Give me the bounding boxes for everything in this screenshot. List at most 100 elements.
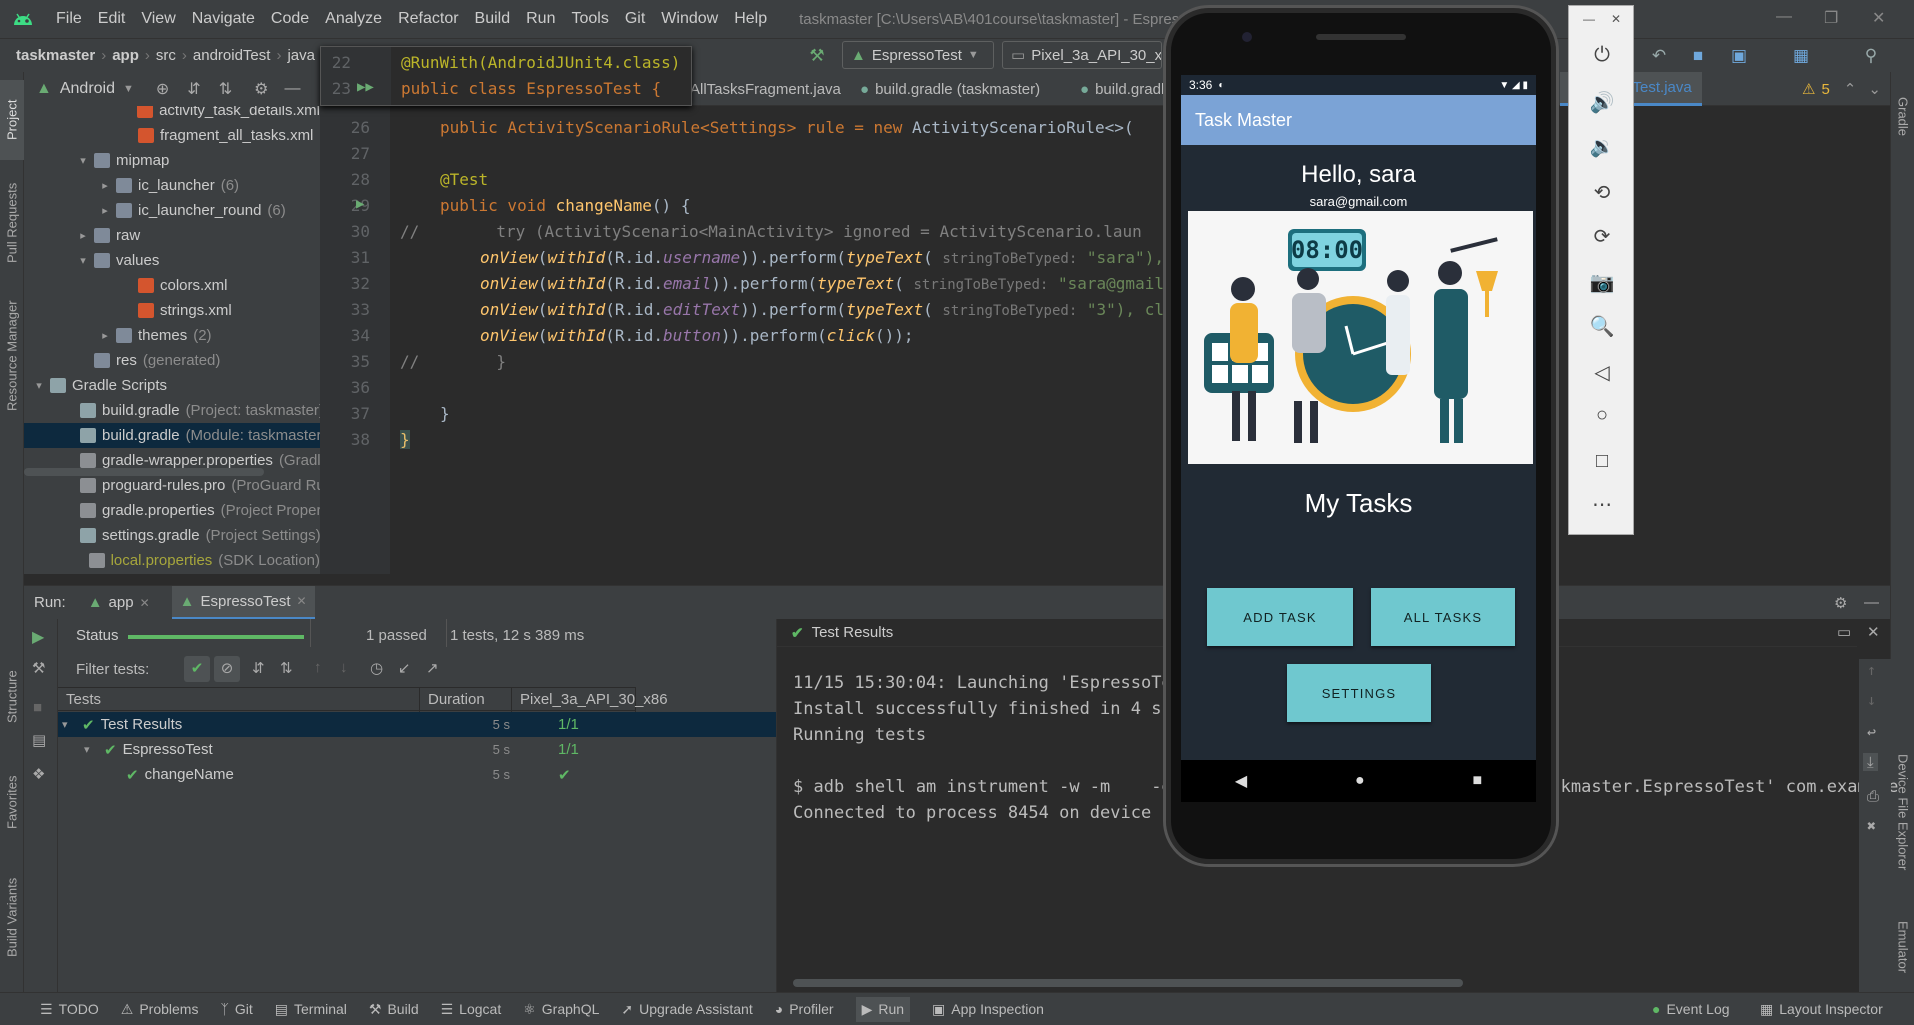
project-tree-item[interactable]: fragment_all_tasks.xml [24, 123, 320, 148]
undo-icon[interactable]: ↶ [1648, 45, 1670, 67]
tab-structure[interactable]: Structure [0, 652, 24, 742]
collapsed-chevron-icon[interactable]: ▸ [98, 329, 112, 342]
stop-icon[interactable]: ■ [33, 699, 42, 716]
tab-project[interactable]: Project [0, 80, 24, 160]
column-tests[interactable]: Tests [58, 688, 420, 712]
run-tab-espressotest[interactable]: ▲ EspressoTest ✕ [171, 585, 315, 620]
phone-screen[interactable]: 3:36 ◐ ▼ ◢ ▮ Task Master Hello, sara sar… [1181, 75, 1536, 760]
column-duration[interactable]: Duration [420, 688, 512, 712]
wrench-icon[interactable]: ⚒ [32, 659, 45, 677]
avd-manager-icon[interactable]: ▣ [1728, 45, 1750, 67]
back-icon[interactable]: ◁ [1569, 360, 1635, 385]
chevron-up-icon[interactable]: ⌃ [1844, 80, 1857, 98]
tool-graphql[interactable]: ⚛ GraphQL [523, 1001, 599, 1018]
breadcrumb-project[interactable]: taskmaster [12, 47, 99, 64]
menu-navigate[interactable]: Navigate [184, 10, 263, 28]
test-row[interactable]: ▾ ✔ Test Results 5 s 1/1 [58, 712, 776, 737]
camera-icon[interactable]: 📷 [1569, 270, 1635, 295]
restore-icon[interactable]: ❐ [1824, 8, 1838, 28]
export-tests-icon[interactable]: ↗ [426, 659, 439, 677]
close-icon[interactable]: ✕ [140, 596, 150, 610]
expanded-chevron-icon[interactable]: ▾ [32, 379, 46, 392]
search-everywhere-icon[interactable]: ⚲ [1860, 45, 1882, 67]
menu-view[interactable]: View [133, 10, 183, 28]
all-tasks-button[interactable]: ALL TASKS [1371, 588, 1515, 646]
expanded-chevron-icon[interactable]: ▾ [76, 254, 90, 267]
tab-favorites[interactable]: Favorites [0, 762, 24, 842]
collapsed-chevron-icon[interactable]: ▸ [98, 204, 112, 217]
tool-event-log[interactable]: ● Event Log [1652, 1001, 1730, 1017]
print-icon[interactable]: ⎙ [1867, 787, 1879, 805]
project-tree-item[interactable]: settings.gradle (Project Settings) [24, 523, 320, 548]
home-icon[interactable]: ○ [1569, 404, 1635, 427]
project-structure-icon[interactable]: ■ [1687, 45, 1709, 67]
project-tree-item[interactable]: ▾ values [24, 248, 320, 273]
horizontal-scrollbar[interactable] [24, 468, 264, 476]
menu-tools[interactable]: Tools [563, 10, 616, 28]
chevron-down-icon[interactable]: ▼ [123, 83, 134, 95]
pin-icon[interactable]: ❖ [32, 765, 45, 783]
gear-icon[interactable]: ⚙ [254, 79, 268, 99]
layout-icon[interactable]: ▤ [32, 731, 46, 749]
expanded-chevron-icon[interactable]: ▾ [76, 154, 90, 167]
menu-refactor[interactable]: Refactor [390, 10, 466, 28]
project-tree-item[interactable]: ▾ Gradle Scripts [24, 373, 320, 398]
tool-run[interactable]: ▶ Run [855, 996, 911, 1022]
locate-icon[interactable]: ⊕ [156, 79, 169, 99]
collapse-all-icon[interactable]: ⇅ [219, 79, 232, 99]
nav-back-icon[interactable]: ◀ [1235, 771, 1247, 791]
tool-logcat[interactable]: ☰ Logcat [441, 1001, 502, 1018]
close-icon[interactable]: ✕ [297, 594, 307, 608]
close-emulator-icon[interactable]: ✕ [1611, 12, 1621, 26]
project-tree-item[interactable]: build.gradle (Module: taskmaster.app) [24, 423, 320, 448]
menu-file[interactable]: File [48, 10, 90, 28]
hide-panel-icon[interactable]: — [1864, 594, 1879, 611]
scroll-up-icon[interactable]: ↑ [1867, 661, 1876, 679]
scroll-to-end-icon[interactable]: ⤓ [1863, 753, 1878, 771]
close-icon[interactable]: ✕ [1867, 623, 1880, 641]
expand-all-icon[interactable]: ⇵ [252, 659, 265, 677]
project-tree-item[interactable]: ▸ ic_launcher_round (6) [24, 198, 320, 223]
soft-wrap-icon[interactable]: ↩ [1867, 723, 1876, 741]
tool-layout-inspector[interactable]: ▦ Layout Inspector [1760, 1001, 1883, 1018]
gear-icon[interactable]: ⚙ [1834, 594, 1847, 612]
nav-recents-icon[interactable]: ■ [1472, 772, 1482, 790]
expanded-chevron-icon[interactable]: ▾ [84, 743, 98, 756]
tab-resource-manager[interactable]: Resource Manager [0, 286, 24, 426]
menu-analyze[interactable]: Analyze [317, 10, 390, 28]
rerun-icon[interactable]: ▶ [32, 627, 44, 647]
breadcrumb-java[interactable]: java [283, 47, 319, 64]
tool-git[interactable]: ᛉ Git [220, 1001, 252, 1017]
show-ignored-toggle[interactable]: ⊘ [214, 656, 240, 682]
menu-edit[interactable]: Edit [90, 10, 134, 28]
breadcrumb-src[interactable]: src [152, 47, 180, 64]
collapsed-chevron-icon[interactable]: ▸ [98, 179, 112, 192]
menu-code[interactable]: Code [263, 10, 317, 28]
tab-emulator[interactable]: Emulator [1891, 902, 1914, 992]
minimize-icon[interactable]: — [1776, 8, 1792, 26]
tab-build-gradle-project[interactable]: ● build.gradle (taskmaster) [860, 72, 1040, 106]
rotate-left-icon[interactable]: ⟲ [1569, 180, 1635, 205]
run-tab-app[interactable]: ▲ app ✕ [88, 594, 150, 611]
project-view-select[interactable]: Android [60, 80, 115, 98]
project-tree-item[interactable]: build.gradle (Project: taskmaster) [24, 398, 320, 423]
run-config-select[interactable]: ▲ EspressoTest ▼ [842, 41, 994, 69]
project-tree-item[interactable]: ▾ mipmap [24, 148, 320, 173]
project-tree-item[interactable]: strings.xml [24, 298, 320, 323]
tab-build-variants[interactable]: Build Variants [0, 862, 24, 972]
menu-window[interactable]: Window [653, 10, 726, 28]
trash-icon[interactable]: ✖ [1867, 817, 1876, 835]
expand-all-icon[interactable]: ⇵ [187, 79, 200, 99]
device-select[interactable]: ▭ Pixel_3a_API_30_x86 [1002, 41, 1162, 69]
project-tree-item[interactable]: ▸ themes (2) [24, 323, 320, 348]
run-class-gutter-icon[interactable]: ▶▶ [357, 79, 374, 95]
volume-up-icon[interactable]: 🔊 [1569, 90, 1635, 115]
test-row[interactable]: ✔ changeName 5 s ✔ [58, 762, 776, 787]
breadcrumb-androidtest[interactable]: androidTest [189, 47, 275, 64]
project-tree-item[interactable]: proguard-rules.pro (ProGuard Rules for ta… [24, 473, 320, 498]
project-tree-item[interactable]: res (generated) [24, 348, 320, 373]
more-icon[interactable]: ⋯ [1569, 492, 1635, 517]
collapse-all-icon[interactable]: ⇅ [280, 659, 293, 677]
tool-upgrade-assistant[interactable]: ➚ Upgrade Assistant [621, 1001, 752, 1018]
rotate-right-icon[interactable]: ⟳ [1569, 224, 1635, 249]
